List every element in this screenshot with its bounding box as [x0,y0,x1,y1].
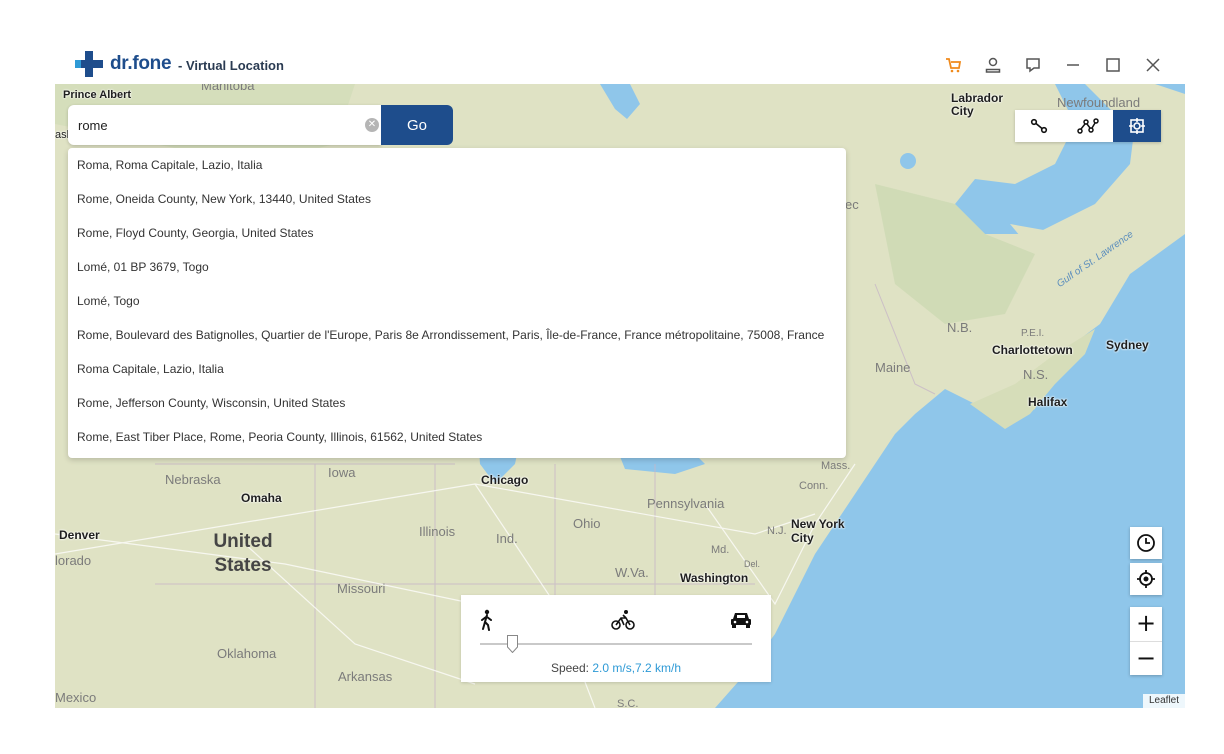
search-box: ✕ [68,105,381,145]
map-label-new-york-city: New York City [791,517,845,545]
map-label-nebraska: Nebraska [165,472,221,487]
map-label-maine: Maine [875,360,911,375]
map-label-mexico: Mexico [55,690,97,705]
one-stop-route-icon[interactable] [1015,110,1063,142]
map-label-pennsylvania: Pennsylvania [647,496,725,511]
title-bar: dr.fone - Virtual Location [0,0,1224,84]
map-label-sydney: Sydney [1106,338,1149,352]
map-label-quebec-fragment: ec [845,197,859,212]
map-label-charlottetown: Charlottetown [992,343,1073,357]
map-label-halifax: Halifax [1028,395,1068,409]
maximize-icon[interactable] [1102,54,1124,76]
locate-icon[interactable] [1130,563,1162,595]
map-label-missouri: Missouri [337,581,386,596]
map-label-denver: Denver [59,528,100,542]
map-label-wva: W.Va. [615,565,649,580]
map-label-pei: P.E.I. [1021,328,1045,339]
speed-slider-track[interactable] [480,643,752,645]
cart-icon[interactable] [942,54,964,76]
map-label-chicago: Chicago [481,473,529,487]
search-input[interactable] [78,116,348,134]
map-label-nb: N.B. [947,320,973,335]
map-label-arkansas: Arkansas [338,669,393,684]
speed-panel: Speed: 2.0 m/s,7.2 km/h [461,595,771,682]
map-label-del: Del. [744,559,761,569]
leaflet-attribution[interactable]: Leaflet [1143,694,1185,708]
search-result-item[interactable]: Lomé, 01 BP 3679, Togo [68,250,846,284]
speed-label: Speed: [550,661,589,675]
map-label-md: Md. [711,544,730,556]
zoom-control: + − [1130,607,1162,675]
history-icon[interactable] [1130,527,1162,559]
app-subtitle: - Virtual Location [178,58,284,73]
map-label-labrador-city: Labrador City [951,91,1004,118]
zoom-in-button[interactable]: + [1130,607,1162,641]
mode-toolbar [1015,110,1161,142]
map-label-sc: S.C. [617,698,639,708]
user-icon[interactable] [982,54,1004,76]
map-label-nj: N.J. [767,525,787,537]
close-icon[interactable] [1142,54,1164,76]
walk-icon[interactable] [479,609,495,631]
search-result-item[interactable]: Rome, East Tiber Place, Rome, Peoria Cou… [68,420,846,454]
brand-name: dr.fone [110,53,172,74]
search-result-item[interactable]: Rome, Jefferson County, Wisconsin, Unite… [68,386,846,420]
map-label-iowa: Iowa [328,465,356,480]
clear-search-icon[interactable]: ✕ [365,118,379,132]
map-label-colorado-fragment: lorado [55,553,92,568]
map-label-ohio: Ohio [573,516,601,531]
map-label-united-states: United States [213,531,273,576]
search-result-item[interactable]: Rome, Oneida County, New York, 13440, Un… [68,182,846,216]
search-results-dropdown: Roma, Roma Capitale, Lazio, Italia Rome,… [68,148,846,458]
map-label-newfoundland: Newfoundland [1057,95,1141,110]
multi-stop-route-icon[interactable] [1064,110,1112,142]
go-button[interactable]: Go [381,105,453,145]
bike-icon[interactable] [611,609,635,631]
speed-slider-thumb[interactable] [507,635,519,653]
map-label-mass: Mass. [821,460,851,472]
search-result-item[interactable]: Rome, Floyd County, Georgia, United Stat… [68,216,846,250]
teleport-icon[interactable] [1113,110,1161,142]
search-result-item[interactable]: Rome, Boulevard des Batignolles, Quartie… [68,318,846,352]
search-result-item[interactable]: Roma Capitale, Lazio, Italia [68,352,846,386]
map-label-conn: Conn. [799,480,829,492]
map-label-washington: Washington [680,571,749,585]
map-label-omaha: Omaha [241,491,282,505]
map-label-oklahoma: Oklahoma [217,646,277,661]
speed-readout: Speed: 2.0 m/s,7.2 km/h [461,661,771,675]
map-label-ns: N.S. [1023,367,1049,382]
map-label-manitoba: Manitoba [201,84,255,93]
map-label-illinois: Illinois [419,524,456,539]
search-result-item[interactable]: Lomé, Togo [68,284,846,318]
map-label-ind: Ind. [496,531,518,546]
drfone-logo-icon [75,51,103,77]
feedback-icon[interactable] [1022,54,1044,76]
zoom-out-button[interactable]: − [1130,642,1162,676]
speed-value: 2.0 m/s,7.2 km/h [592,661,682,675]
minimize-icon[interactable] [1062,54,1084,76]
search-result-item[interactable]: Roma, Roma Capitale, Lazio, Italia [68,148,846,182]
map-label-prince-albert: Prince Albert [63,89,132,101]
car-icon[interactable] [730,611,752,629]
map-label-sask-fragment: asl [55,129,70,141]
